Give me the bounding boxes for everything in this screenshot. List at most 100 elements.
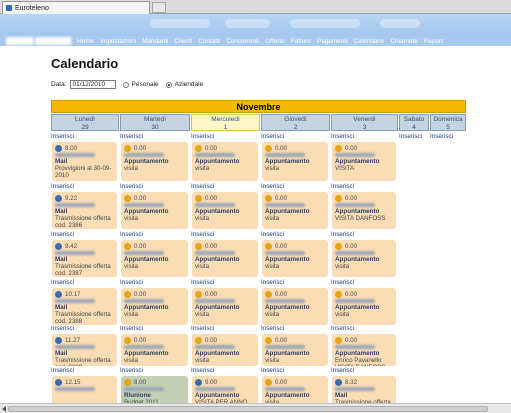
insert-link[interactable]: Inserisci bbox=[120, 183, 143, 191]
event-type: Appuntamento bbox=[265, 350, 310, 357]
insert-link[interactable]: Inserisci bbox=[430, 133, 453, 141]
event-card[interactable]: 10.17 Mail Trasmissione offerta cod. 2388 bbox=[52, 288, 117, 325]
event-card[interactable]: 0.00 Appuntamento visita bbox=[121, 288, 188, 325]
radio-personal[interactable] bbox=[122, 81, 129, 88]
event-card[interactable]: 9.42 Mail Trasmissione offerta cod. 2387 bbox=[52, 240, 117, 277]
day-number: 4 bbox=[412, 123, 416, 131]
event-card[interactable]: 0.00 Appuntamento visita bbox=[332, 288, 396, 325]
insert-link[interactable]: Inserisci bbox=[261, 367, 284, 375]
info-icon bbox=[195, 194, 202, 202]
event-card[interactable]: 0.00 Appuntamento visita bbox=[192, 240, 258, 277]
event-description: visita bbox=[195, 263, 210, 270]
insert-link[interactable]: Inserisci bbox=[51, 325, 74, 333]
event-card[interactable]: 0.00 Appuntamento visita bbox=[192, 288, 258, 325]
scrollbar-thumb[interactable] bbox=[8, 406, 488, 412]
event-card[interactable]: 8.00 Riunione Budget 2011 bbox=[121, 376, 188, 403]
insert-link[interactable]: Inserisci bbox=[261, 279, 284, 287]
event-card[interactable]: 0.00 Appuntamento visita bbox=[332, 240, 396, 277]
new-tab-button[interactable] bbox=[152, 2, 166, 13]
insert-link[interactable]: Inserisci bbox=[191, 367, 214, 375]
insert-link[interactable]: Inserisci bbox=[261, 325, 284, 333]
event-card[interactable]: 0.00 Appuntamento visita bbox=[262, 334, 328, 366]
insert-link[interactable]: Inserisci bbox=[120, 325, 143, 333]
event-card[interactable]: 0.00 Appuntamento VISITA DANFOSS bbox=[332, 192, 396, 229]
nav-item-home[interactable]: Home bbox=[74, 38, 97, 45]
insert-link[interactable]: Inserisci bbox=[51, 367, 74, 375]
event-card[interactable]: 0.00 Appuntamento VISITA bbox=[332, 142, 396, 181]
event-card[interactable]: 0.00 Appuntamento visita bbox=[121, 192, 188, 229]
nav-item-clienti[interactable]: Clienti bbox=[171, 38, 195, 45]
event-card[interactable]: 0.00 Appuntamento visita bbox=[262, 192, 328, 229]
event-card[interactable]: 0.00 Appuntamento visita bbox=[262, 240, 328, 277]
insert-link[interactable]: Inserisci bbox=[191, 279, 214, 287]
nav-item-offerte[interactable]: Offerte bbox=[262, 38, 287, 45]
event-header: 0.00 bbox=[265, 290, 325, 298]
event-card[interactable]: 0.00 AppuntamentoEnrico Pavanello VISITA … bbox=[332, 334, 396, 366]
day-header: Domenica 5 bbox=[430, 114, 466, 131]
nav-item-fatture[interactable]: Fatture bbox=[288, 38, 314, 45]
nav-item-impostazioni[interactable]: Impostazioni bbox=[97, 38, 139, 45]
event-card[interactable]: 8.32MailTrasmissione offerta cod. 2417 bbox=[332, 376, 396, 403]
event-card[interactable]: 12.15 bbox=[52, 376, 117, 403]
event-header: 0.00 bbox=[335, 144, 393, 152]
event-card[interactable]: 0.00 Appuntamento visita bbox=[121, 142, 188, 181]
event-card[interactable]: 0.00 Appuntamento visita bbox=[192, 192, 258, 229]
insert-link[interactable]: Inserisci bbox=[51, 183, 74, 191]
browser-tab[interactable]: Euroteleno bbox=[2, 1, 150, 14]
event-card[interactable]: 0.00 Appuntamento visita bbox=[192, 334, 258, 366]
horizontal-scrollbar[interactable] bbox=[0, 403, 511, 413]
nav-item-chiamate[interactable]: Chiamate bbox=[387, 38, 420, 45]
insert-link[interactable]: Inserisci bbox=[331, 325, 354, 333]
radio-company[interactable] bbox=[165, 81, 172, 88]
insert-link[interactable]: Inserisci bbox=[331, 279, 354, 287]
insert-link[interactable]: Inserisci bbox=[191, 133, 214, 141]
insert-link[interactable]: Inserisci bbox=[331, 367, 354, 375]
event-card[interactable]: 0.00 Appuntamento visita bbox=[121, 240, 188, 277]
insert-link[interactable]: Inserisci bbox=[120, 231, 143, 239]
insert-link[interactable]: Inserisci bbox=[51, 133, 74, 141]
info-icon bbox=[124, 194, 131, 202]
insert-link[interactable]: Inserisci bbox=[191, 183, 214, 191]
insert-link[interactable]: Inserisci bbox=[191, 325, 214, 333]
event-card[interactable]: 8.00 Mail Provvigioni al 30-09-2010 bbox=[52, 142, 117, 181]
day-name: Sabato bbox=[403, 116, 425, 123]
nav-item-contatti[interactable]: Contatti bbox=[195, 38, 223, 45]
insert-link[interactable]: Inserisci bbox=[120, 133, 143, 141]
info-icon bbox=[265, 194, 272, 202]
insert-link[interactable]: Inserisci bbox=[51, 231, 74, 239]
insert-link[interactable]: Inserisci bbox=[261, 231, 284, 239]
nav-item-concorrenti[interactable]: Concorrenti bbox=[223, 38, 262, 45]
insert-link[interactable]: Inserisci bbox=[261, 133, 284, 141]
event-time: 0.00 bbox=[275, 290, 288, 298]
day-header: Sabato 4 bbox=[399, 114, 429, 131]
event-time: 12.15 bbox=[65, 378, 81, 386]
insert-link[interactable]: Inserisci bbox=[399, 133, 422, 141]
date-input[interactable]: 01/12/2010 bbox=[69, 80, 116, 89]
insert-link[interactable]: Inserisci bbox=[331, 231, 354, 239]
nav-item-pagamenti[interactable]: Pagamenti bbox=[314, 38, 351, 45]
insert-link[interactable]: Inserisci bbox=[191, 231, 214, 239]
event-card[interactable]: 0.00 Appuntamento visita bbox=[262, 288, 328, 325]
scroll-left-icon[interactable] bbox=[2, 406, 6, 412]
event-card[interactable]: 9.22 Mail Trasmissione offerta cod. 2386 bbox=[52, 192, 117, 229]
event-card[interactable]: 11.27 MailTrasmissione offerta cod. 2389 bbox=[52, 334, 117, 366]
insert-link[interactable]: Inserisci bbox=[51, 279, 74, 287]
nav-item-calendario[interactable]: Calendario bbox=[351, 38, 388, 45]
event-time: 0.00 bbox=[345, 336, 358, 344]
info-icon bbox=[124, 242, 131, 250]
insert-link[interactable]: Inserisci bbox=[120, 279, 143, 287]
event-type: Riunione bbox=[124, 392, 151, 399]
insert-link[interactable]: Inserisci bbox=[331, 133, 354, 141]
event-card[interactable]: 0.00 Appuntamento visita bbox=[192, 142, 258, 181]
nav-item-mandanti[interactable]: Mandanti bbox=[139, 38, 171, 45]
event-card[interactable]: 0.00 Appuntamento visita bbox=[121, 334, 188, 366]
nav-item-report[interactable]: Report bbox=[421, 38, 446, 45]
insert-link[interactable]: Inserisci bbox=[331, 183, 354, 191]
insert-link[interactable]: Inserisci bbox=[261, 183, 284, 191]
event-card[interactable]: 0.00 Appuntamento visita bbox=[262, 376, 328, 403]
insert-link[interactable]: Inserisci bbox=[120, 367, 143, 375]
info-icon bbox=[124, 336, 131, 344]
event-description: visita bbox=[265, 263, 280, 270]
event-card[interactable]: 0.00 Appuntamento visita bbox=[262, 142, 328, 181]
event-card[interactable]: 9.00 Appuntamento VISITA PER ANNO bbox=[192, 376, 258, 403]
